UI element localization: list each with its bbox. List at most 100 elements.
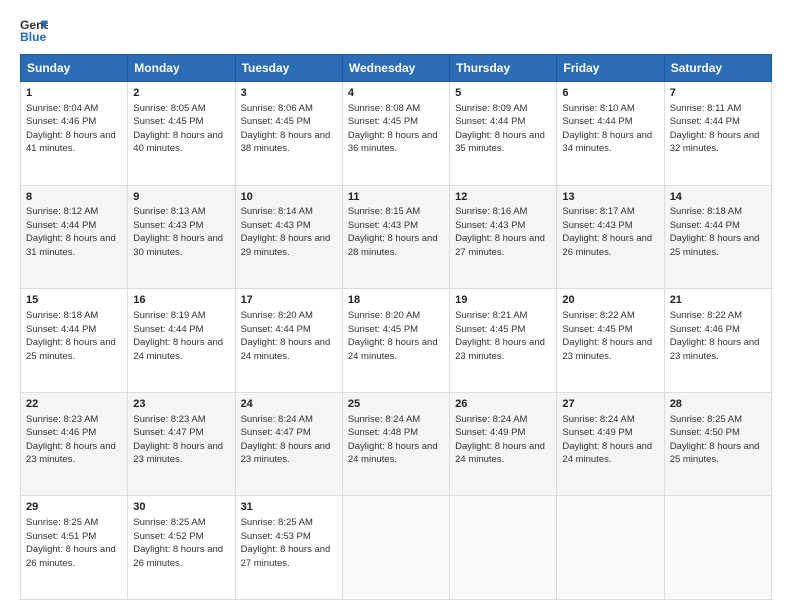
day-number: 24 xyxy=(241,397,337,412)
day-number: 10 xyxy=(241,190,337,205)
day-info: Sunrise: 8:25 AMSunset: 4:50 PMDaylight:… xyxy=(670,414,760,466)
day-number: 3 xyxy=(241,86,337,101)
day-cell: 18 Sunrise: 8:20 AMSunset: 4:45 PMDayligh… xyxy=(342,289,449,393)
day-cell: 26 Sunrise: 8:24 AMSunset: 4:49 PMDayligh… xyxy=(450,392,557,496)
day-info: Sunrise: 8:05 AMSunset: 4:45 PMDaylight:… xyxy=(133,103,223,155)
day-number: 19 xyxy=(455,293,551,308)
day-cell: 3 Sunrise: 8:06 AMSunset: 4:45 PMDaylight… xyxy=(235,82,342,186)
day-cell: 24Sunrise: 8:24 AMSunset: 4:47 PMDayligh… xyxy=(235,392,342,496)
day-number: 13 xyxy=(562,190,658,205)
logo-icon: General Blue xyxy=(20,16,48,44)
day-cell: 15 Sunrise: 8:18 AMSunset: 4:44 PMDayligh… xyxy=(21,289,128,393)
week-row-1: 1 Sunrise: 8:04 AMSunset: 4:46 PMDaylight… xyxy=(21,82,772,186)
day-info: Sunrise: 8:25 AMSunset: 4:52 PMDaylight:… xyxy=(133,517,223,569)
day-number: 23 xyxy=(133,397,229,412)
day-number: 30 xyxy=(133,500,229,515)
day-cell: 31 Sunrise: 8:25 AMSunset: 4:53 PMDayligh… xyxy=(235,496,342,600)
day-info: Sunrise: 8:20 AMSunset: 4:45 PMDaylight:… xyxy=(348,310,438,362)
logo: General Blue xyxy=(20,16,48,44)
day-cell: 21Sunrise: 8:22 AMSunset: 4:46 PMDayligh… xyxy=(664,289,771,393)
day-number: 18 xyxy=(348,293,444,308)
day-cell: 17 Sunrise: 8:20 AMSunset: 4:44 PMDayligh… xyxy=(235,289,342,393)
day-cell: 5 Sunrise: 8:09 AMSunset: 4:44 PMDaylight… xyxy=(450,82,557,186)
day-info: Sunrise: 8:10 AMSunset: 4:44 PMDaylight:… xyxy=(562,103,652,155)
day-cell: 4 Sunrise: 8:08 AMSunset: 4:45 PMDaylight… xyxy=(342,82,449,186)
day-number: 14 xyxy=(670,190,766,205)
day-cell: 29 Sunrise: 8:25 AMSunset: 4:51 PMDayligh… xyxy=(21,496,128,600)
weekday-header-tuesday: Tuesday xyxy=(235,55,342,82)
day-number: 29 xyxy=(26,500,122,515)
day-cell: 2 Sunrise: 8:05 AMSunset: 4:45 PMDaylight… xyxy=(128,82,235,186)
day-info: Sunrise: 8:22 AMSunset: 4:46 PMDaylight:… xyxy=(670,310,760,362)
day-info: Sunrise: 8:24 AMSunset: 4:49 PMDaylight:… xyxy=(455,414,545,466)
day-cell: 30 Sunrise: 8:25 AMSunset: 4:52 PMDayligh… xyxy=(128,496,235,600)
weekday-header-saturday: Saturday xyxy=(664,55,771,82)
day-number: 5 xyxy=(455,86,551,101)
day-info: Sunrise: 8:20 AMSunset: 4:44 PMDaylight:… xyxy=(241,310,331,362)
day-number: 27 xyxy=(562,397,658,412)
day-info: Sunrise: 8:24 AMSunset: 4:48 PMDaylight:… xyxy=(348,414,438,466)
weekday-header-sunday: Sunday xyxy=(21,55,128,82)
day-info: Sunrise: 8:13 AMSunset: 4:43 PMDaylight:… xyxy=(133,206,223,258)
day-number: 9 xyxy=(133,190,229,205)
day-info: Sunrise: 8:25 AMSunset: 4:51 PMDaylight:… xyxy=(26,517,116,569)
day-info: Sunrise: 8:19 AMSunset: 4:44 PMDaylight:… xyxy=(133,310,223,362)
weekday-header-wednesday: Wednesday xyxy=(342,55,449,82)
day-info: Sunrise: 8:17 AMSunset: 4:43 PMDaylight:… xyxy=(562,206,652,258)
week-row-4: 22 Sunrise: 8:23 AMSunset: 4:46 PMDayligh… xyxy=(21,392,772,496)
day-number: 28 xyxy=(670,397,766,412)
day-cell: 13Sunrise: 8:17 AMSunset: 4:43 PMDayligh… xyxy=(557,185,664,289)
day-number: 22 xyxy=(26,397,122,412)
day-info: Sunrise: 8:21 AMSunset: 4:45 PMDaylight:… xyxy=(455,310,545,362)
day-cell: 27 Sunrise: 8:24 AMSunset: 4:49 PMDayligh… xyxy=(557,392,664,496)
day-cell xyxy=(557,496,664,600)
day-info: Sunrise: 8:24 AMSunset: 4:49 PMDaylight:… xyxy=(562,414,652,466)
day-number: 16 xyxy=(133,293,229,308)
day-cell: 11Sunrise: 8:15 AMSunset: 4:43 PMDayligh… xyxy=(342,185,449,289)
day-number: 12 xyxy=(455,190,551,205)
day-info: Sunrise: 8:09 AMSunset: 4:44 PMDaylight:… xyxy=(455,103,545,155)
day-number: 31 xyxy=(241,500,337,515)
weekday-header-thursday: Thursday xyxy=(450,55,557,82)
calendar-table: SundayMondayTuesdayWednesdayThursdayFrid… xyxy=(20,54,772,600)
day-number: 26 xyxy=(455,397,551,412)
weekday-header-monday: Monday xyxy=(128,55,235,82)
day-info: Sunrise: 8:11 AMSunset: 4:44 PMDaylight:… xyxy=(670,103,760,155)
day-cell: 23 Sunrise: 8:23 AMSunset: 4:47 PMDayligh… xyxy=(128,392,235,496)
weekday-header-row: SundayMondayTuesdayWednesdayThursdayFrid… xyxy=(21,55,772,82)
day-number: 11 xyxy=(348,190,444,205)
day-info: Sunrise: 8:25 AMSunset: 4:53 PMDaylight:… xyxy=(241,517,331,569)
day-number: 8 xyxy=(26,190,122,205)
day-info: Sunrise: 8:08 AMSunset: 4:45 PMDaylight:… xyxy=(348,103,438,155)
svg-text:Blue: Blue xyxy=(20,30,47,44)
day-number: 4 xyxy=(348,86,444,101)
week-row-2: 8Sunrise: 8:12 AMSunset: 4:44 PMDaylight… xyxy=(21,185,772,289)
day-cell: 12Sunrise: 8:16 AMSunset: 4:43 PMDayligh… xyxy=(450,185,557,289)
day-cell: 8Sunrise: 8:12 AMSunset: 4:44 PMDaylight… xyxy=(21,185,128,289)
day-info: Sunrise: 8:15 AMSunset: 4:43 PMDaylight:… xyxy=(348,206,438,258)
weekday-header-friday: Friday xyxy=(557,55,664,82)
day-info: Sunrise: 8:23 AMSunset: 4:46 PMDaylight:… xyxy=(26,414,116,466)
day-number: 20 xyxy=(562,293,658,308)
header: General Blue xyxy=(20,16,772,44)
day-info: Sunrise: 8:18 AMSunset: 4:44 PMDaylight:… xyxy=(26,310,116,362)
day-cell: 20Sunrise: 8:22 AMSunset: 4:45 PMDayligh… xyxy=(557,289,664,393)
day-number: 1 xyxy=(26,86,122,101)
day-cell xyxy=(664,496,771,600)
day-cell: 16 Sunrise: 8:19 AMSunset: 4:44 PMDayligh… xyxy=(128,289,235,393)
day-number: 15 xyxy=(26,293,122,308)
day-cell xyxy=(450,496,557,600)
day-cell: 1 Sunrise: 8:04 AMSunset: 4:46 PMDaylight… xyxy=(21,82,128,186)
day-info: Sunrise: 8:16 AMSunset: 4:43 PMDaylight:… xyxy=(455,206,545,258)
day-cell: 7 Sunrise: 8:11 AMSunset: 4:44 PMDaylight… xyxy=(664,82,771,186)
day-info: Sunrise: 8:23 AMSunset: 4:47 PMDaylight:… xyxy=(133,414,223,466)
day-number: 25 xyxy=(348,397,444,412)
day-number: 2 xyxy=(133,86,229,101)
day-info: Sunrise: 8:06 AMSunset: 4:45 PMDaylight:… xyxy=(241,103,331,155)
day-number: 17 xyxy=(241,293,337,308)
day-info: Sunrise: 8:04 AMSunset: 4:46 PMDaylight:… xyxy=(26,103,116,155)
day-cell: 14Sunrise: 8:18 AMSunset: 4:44 PMDayligh… xyxy=(664,185,771,289)
day-info: Sunrise: 8:18 AMSunset: 4:44 PMDaylight:… xyxy=(670,206,760,258)
day-number: 7 xyxy=(670,86,766,101)
day-cell: 10Sunrise: 8:14 AMSunset: 4:43 PMDayligh… xyxy=(235,185,342,289)
